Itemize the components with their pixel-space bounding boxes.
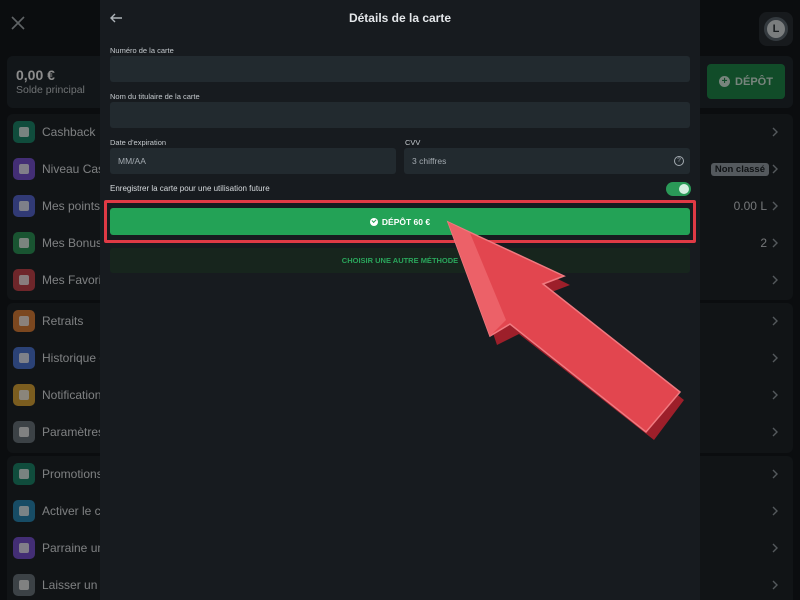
card-details-modal: Détails de la carte Numéro de la carte N… <box>100 0 700 600</box>
other-method-button[interactable]: CHOISIR UNE AUTRE MÉTHODE <box>110 248 690 273</box>
save-card-toggle[interactable] <box>666 182 691 196</box>
cvv-label: CVV <box>405 138 421 147</box>
holder-name-label: Nom du titulaire de la carte <box>110 92 200 101</box>
card-number-field[interactable] <box>110 56 690 82</box>
expiry-field[interactable] <box>110 148 396 174</box>
save-card-label: Enregistrer la carte pour une utilisatio… <box>110 184 270 193</box>
toggle-knob <box>679 184 689 194</box>
cvv-input[interactable] <box>404 148 690 174</box>
modal-title: Détails de la carte <box>348 11 452 25</box>
card-number-label: Numéro de la carte <box>110 46 174 55</box>
other-method-label: CHOISIR UNE AUTRE MÉTHODE <box>341 256 459 265</box>
help-icon[interactable]: ? <box>674 156 684 166</box>
cvv-field[interactable]: ? <box>404 148 690 174</box>
holder-name-input[interactable] <box>110 102 690 128</box>
expiry-input[interactable] <box>110 148 396 174</box>
expiry-label: Date d'expiration <box>110 138 167 147</box>
highlight-box <box>104 200 696 243</box>
holder-name-field[interactable] <box>110 102 690 128</box>
card-number-input[interactable] <box>110 56 690 82</box>
